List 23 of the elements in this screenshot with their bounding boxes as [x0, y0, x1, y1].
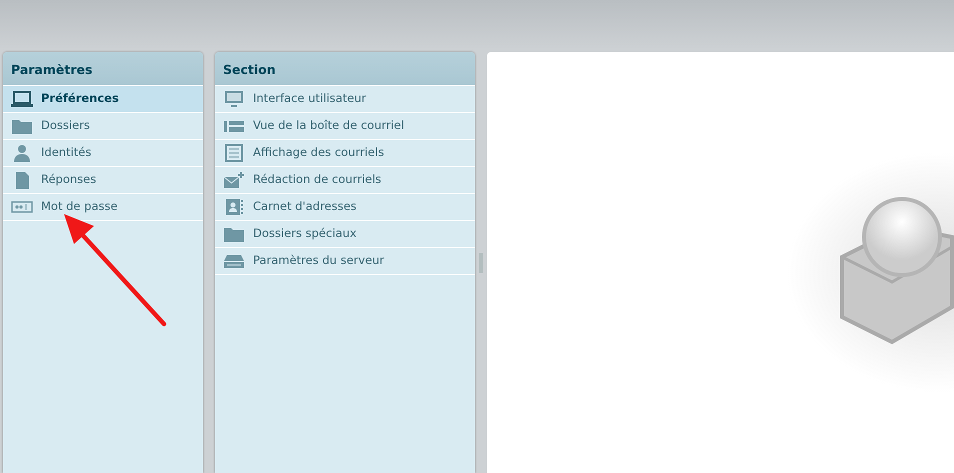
menu-item[interactable]: Paramètres du serveur	[215, 248, 475, 275]
menu-item[interactable]: Préférences	[3, 86, 203, 113]
menu-item[interactable]: Rédaction de courriels	[215, 167, 475, 194]
laptop-icon	[11, 90, 33, 108]
panel-header: Paramètres	[3, 52, 203, 86]
menu-item[interactable]: Affichage des courriels	[215, 140, 475, 167]
menu-item[interactable]: Interface utilisateur	[215, 86, 475, 113]
panel-header: Section	[215, 52, 475, 86]
envelope-plus-icon	[223, 171, 245, 189]
menu-item[interactable]: Réponses	[3, 167, 203, 194]
person-icon	[11, 144, 33, 162]
menu-item[interactable]: Dossiers	[3, 113, 203, 140]
menu-item[interactable]: Dossiers spéciaux	[215, 221, 475, 248]
address-book-icon	[223, 198, 245, 216]
server-icon	[223, 252, 245, 270]
folder-icon	[223, 225, 245, 243]
resize-handle[interactable]	[479, 252, 483, 272]
menu-item[interactable]: Identités	[3, 140, 203, 167]
monitor-icon	[223, 90, 245, 108]
folder-icon	[11, 117, 33, 135]
menu-item[interactable]: Vue de la boîte de courriel	[215, 113, 475, 140]
menu-item[interactable]: Carnet d'adresses	[215, 194, 475, 221]
message-view-icon	[223, 144, 245, 162]
